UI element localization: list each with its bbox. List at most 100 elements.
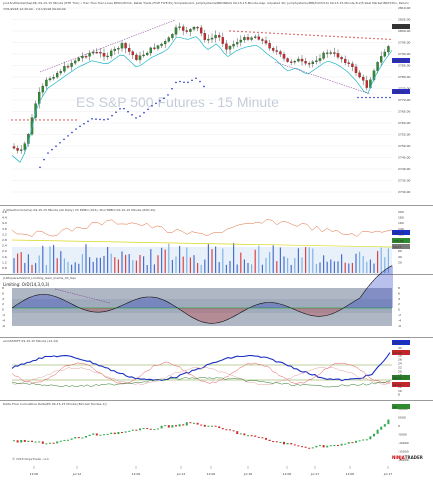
support-dot <box>55 145 57 147</box>
support-dot <box>381 96 383 99</box>
support-dot <box>377 96 379 99</box>
volume-bar <box>128 254 130 273</box>
volume-bar <box>287 258 289 273</box>
support-dot <box>43 158 45 161</box>
candle-body <box>156 45 160 49</box>
candle-body <box>333 52 336 54</box>
dmi-chart[interactable]: 34323028262422201816141210834.0222.3316.… <box>0 338 433 400</box>
resistance-dot <box>67 119 69 121</box>
cumulative-delta-panel[interactable]: Delta Flow Cumulative Delta(ES 09-15-15 … <box>0 401 433 466</box>
volume-chart[interactable]: 4.82004.41804.01603.61403.21202.81002.48… <box>0 207 433 274</box>
candle-body <box>282 54 286 59</box>
candle-body <box>128 48 131 52</box>
oscillator-chart[interactable]: 8 86 64 42 20 0-2 -2-4 -4-6 -6 <box>0 265 433 337</box>
oscillator-axis-label: 6 <box>2 291 4 295</box>
support-dot <box>71 131 73 134</box>
delta-candle <box>175 425 177 427</box>
candle-body <box>23 143 27 150</box>
panel-divider[interactable] <box>0 205 433 206</box>
volume-bar <box>348 263 350 273</box>
time-axis[interactable]: 12:00 Jul 12 12:00 Jul 13 12:00 Jul 16 12:00 Ju… <box>0 466 433 478</box>
candle-body <box>228 46 232 50</box>
volume-bar <box>380 247 382 273</box>
delta-candle <box>117 431 120 435</box>
price-axis-label: 2800.00 <box>398 29 410 33</box>
volume-bar <box>60 251 62 273</box>
price-panel[interactable]: Jun15ndMarket(Sep18) 09-15-15 Minute (RT… <box>0 0 433 203</box>
volume-bar <box>200 264 202 273</box>
delta-candle <box>70 438 73 440</box>
candle-body <box>102 53 106 57</box>
delta-candle <box>257 436 260 438</box>
resistance-dot <box>369 37 371 40</box>
oscillator-right-axis-label: 6 <box>398 291 400 295</box>
price-axis-label: 2780.00 <box>398 75 410 79</box>
support-dot <box>171 87 173 90</box>
volume-axis-label: 4.8 <box>2 210 7 214</box>
cumulative-delta-chart[interactable]: 1000050000-5000-10000-15000-2000011 <box>0 401 433 466</box>
volume-oscillator-line <box>11 219 393 237</box>
candle-body <box>52 76 55 79</box>
volume-bar <box>362 256 364 273</box>
delta-candle <box>211 425 213 427</box>
volume-bar <box>355 253 357 273</box>
delta-candle <box>315 445 318 448</box>
candle-body <box>383 51 387 57</box>
candle-body <box>297 58 300 62</box>
candle-body <box>41 85 45 93</box>
delta-candle <box>164 425 167 427</box>
resistance-dot <box>385 38 387 40</box>
delta-candle <box>232 430 235 432</box>
price-chart[interactable]: 2810.00 2805.00 2800.00 2795.00 2790.00 2785.… <box>0 0 433 203</box>
candle-body <box>153 47 156 49</box>
volume-bar <box>240 252 242 273</box>
volume-bar <box>135 260 137 273</box>
delta-candle <box>322 445 325 448</box>
price-axis-label: 2755.00 <box>398 133 410 137</box>
resistance-dot <box>325 35 327 37</box>
support-dot <box>75 128 77 130</box>
brand-part-a: NINJA <box>392 455 405 460</box>
cum-axis-label: 5000 <box>398 416 406 420</box>
candle-body <box>275 50 279 52</box>
volume-bar <box>114 257 116 273</box>
resistance-dot <box>337 35 339 38</box>
delta-candle <box>326 445 329 448</box>
moving-average-line <box>11 36 393 163</box>
candle-body <box>207 39 210 41</box>
volume-bar <box>326 261 328 273</box>
resistance-dot <box>23 119 25 121</box>
delta-candle <box>113 432 116 435</box>
dmi-axis-label: 8 <box>398 393 400 397</box>
support-dot <box>155 102 157 105</box>
oscillator-panel[interactable]: (LRSquaredVal)10_Limiting_Gam_Inertia_03… <box>0 265 433 337</box>
candle-body <box>99 52 102 54</box>
price-axis-label: 2745.00 <box>398 156 410 160</box>
candle-body <box>20 149 23 151</box>
resistance-dot <box>365 37 367 39</box>
dmi-panel[interactable]: emoDSHIFT 09-15-15 Minute (14,14) 343230… <box>0 338 433 400</box>
delta-candle <box>297 445 300 447</box>
volume-bar <box>35 263 37 273</box>
delta-candle <box>189 422 192 424</box>
candle-body <box>210 37 214 40</box>
delta-candle <box>340 443 343 446</box>
volume-bar <box>373 263 375 273</box>
volume-bar <box>56 258 58 273</box>
volume-bar <box>233 243 235 273</box>
volume-bar <box>71 264 73 273</box>
delta-candle <box>13 440 15 442</box>
volume-tag: 161.24 <box>393 231 404 235</box>
delta-candle <box>286 443 289 445</box>
volume-bar <box>254 249 256 273</box>
volume-bar <box>215 246 217 273</box>
support-dot <box>179 80 181 83</box>
delta-candle <box>250 435 253 437</box>
delta-candle <box>67 439 69 441</box>
delta-candle <box>218 426 221 429</box>
volume-panel[interactable]: 2.4(SectionVolume) 09-15-15 Minute (All … <box>0 207 433 274</box>
support-dot <box>143 111 145 114</box>
volume-axis-label: 0.8 <box>2 266 7 270</box>
resistance-dot <box>27 119 29 121</box>
price-axis-label: 2770.00 <box>398 98 410 102</box>
